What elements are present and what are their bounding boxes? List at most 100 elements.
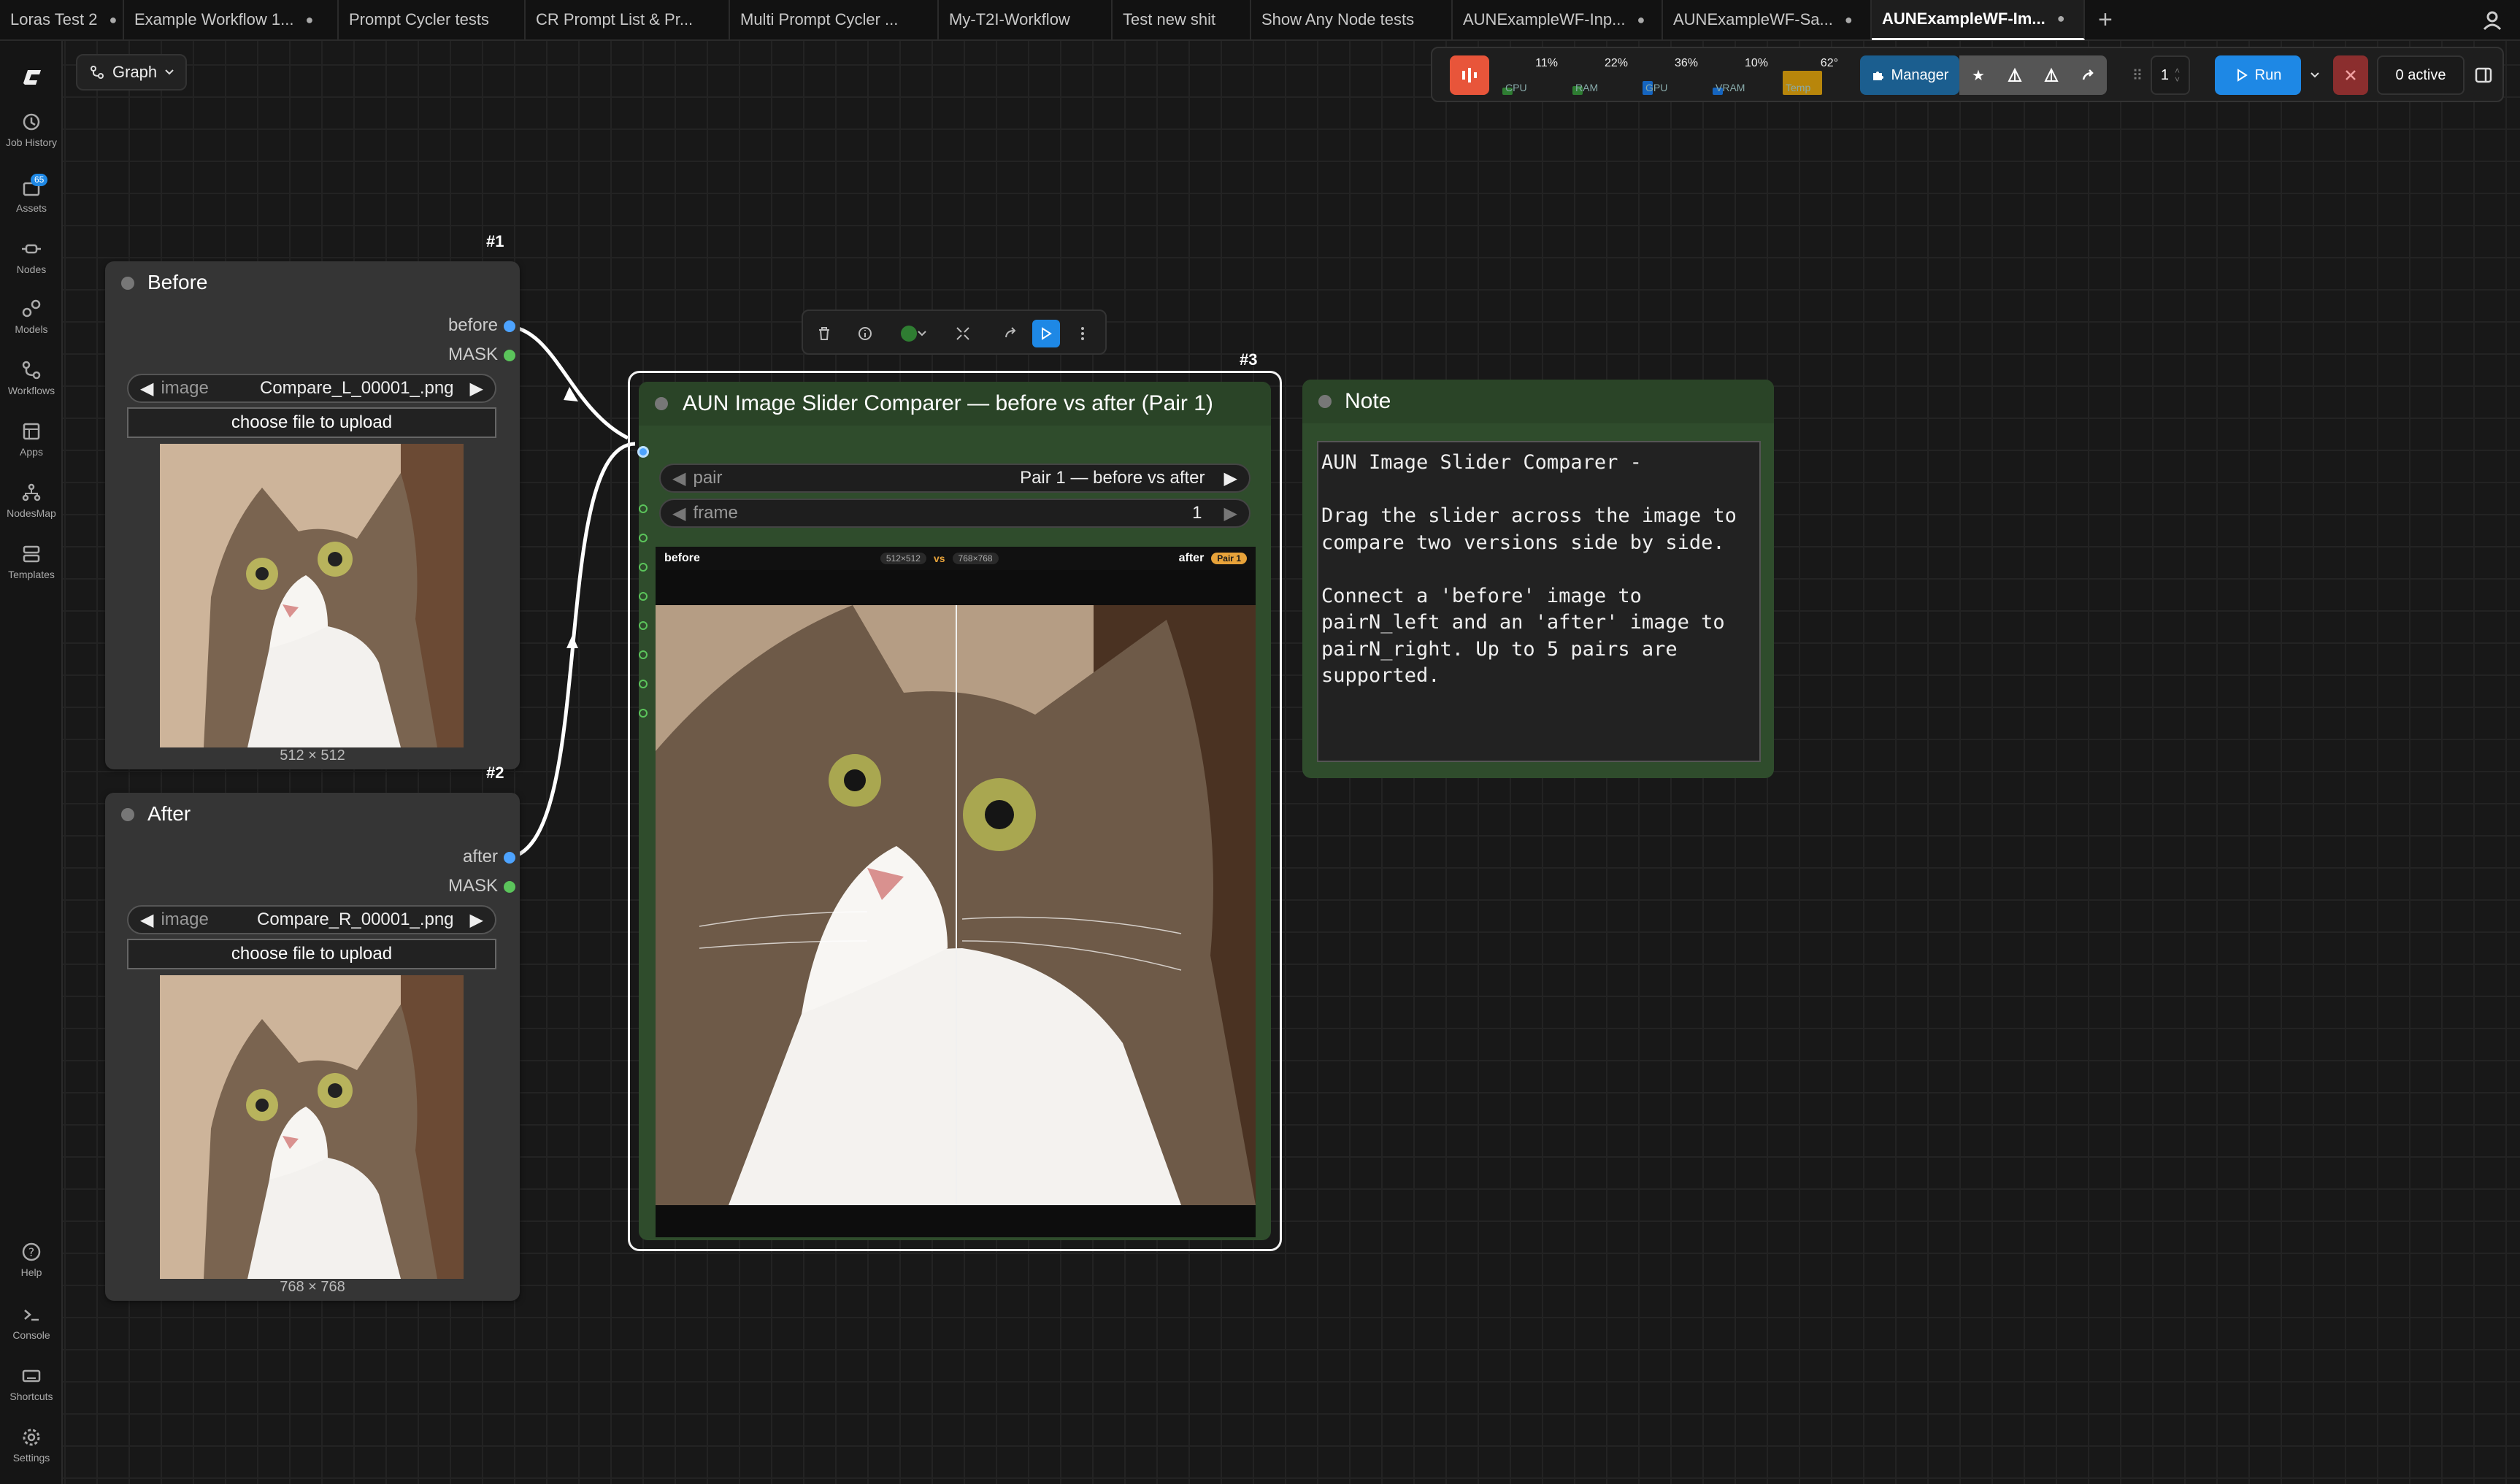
vs-label: vs xyxy=(933,553,945,564)
image-select-widget[interactable]: ◀ image Compare_L_00001_.png ▶ xyxy=(127,374,496,403)
arrow-right-icon[interactable]: ▶ xyxy=(1224,468,1237,489)
viewer-header: before 512×512 vs 768×768 after Pair 1 xyxy=(656,547,1256,570)
widget-value: Pair 1 — before vs after xyxy=(1020,468,1205,488)
node-title[interactable]: After xyxy=(105,793,520,835)
widget-label: frame xyxy=(693,503,738,523)
delete-button[interactable] xyxy=(810,320,838,347)
cat-image xyxy=(160,975,464,1279)
output-mask: MASK xyxy=(448,876,498,896)
trash-icon xyxy=(819,327,829,340)
output-port-image[interactable] xyxy=(504,320,515,332)
execute-node-button[interactable] xyxy=(1032,320,1060,347)
node-title-text: After xyxy=(147,802,191,825)
slider-divider[interactable] xyxy=(956,605,957,1205)
selection-toolbox xyxy=(802,310,1107,355)
output-mask: MASK xyxy=(448,345,498,365)
input-port[interactable] xyxy=(639,650,648,659)
node-title-text: AUN Image Slider Comparer — before vs af… xyxy=(683,391,1213,415)
input-port[interactable] xyxy=(639,621,648,630)
widget-label: image xyxy=(161,910,209,929)
node-title-text: Note xyxy=(1345,389,1391,413)
right-size-pill: 768×768 xyxy=(952,553,999,564)
image-select-widget[interactable]: ◀ image Compare_R_00001_.png ▶ xyxy=(127,905,496,934)
upload-label: choose file to upload xyxy=(231,412,393,432)
info-button[interactable] xyxy=(851,320,879,347)
pair-select-widget[interactable]: ◀ pair Pair 1 — before vs after ▶ xyxy=(659,464,1251,493)
color-swatch-icon xyxy=(901,326,917,342)
collapse-dot-icon[interactable] xyxy=(655,397,668,410)
widget-value: 1 xyxy=(1192,503,1202,523)
info-icon xyxy=(858,327,872,340)
widget-value: Compare_R_00001_.png xyxy=(257,910,454,929)
canvas[interactable]: Loras Test 2 ● Example Workflow 1... ● Pro… xyxy=(0,0,2520,1484)
image-size-label: 768 × 768 xyxy=(280,1279,345,1295)
arrow-left-icon[interactable]: ◀ xyxy=(140,910,153,931)
link-before-to-comparer[interactable] xyxy=(504,324,629,440)
output-after: after xyxy=(463,847,498,867)
fit-button[interactable] xyxy=(949,320,977,347)
widget-label: pair xyxy=(693,468,723,488)
color-picker-button[interactable] xyxy=(894,320,934,347)
node-title-text: Before xyxy=(147,271,208,293)
node-title[interactable]: Before xyxy=(105,261,520,304)
note-node[interactable]: Note AUN Image Slider Comparer - Drag th… xyxy=(1302,380,1774,778)
left-label: before xyxy=(664,552,700,564)
comparison-image[interactable] xyxy=(656,605,1256,1205)
arrow-left-icon[interactable]: ◀ xyxy=(140,378,153,399)
input-port[interactable] xyxy=(639,563,648,572)
output-port-image[interactable] xyxy=(504,852,515,864)
output-label: before xyxy=(447,315,498,335)
node-title[interactable]: Note xyxy=(1302,380,1774,423)
arrow-icon xyxy=(566,635,578,648)
arrow-left-icon[interactable]: ◀ xyxy=(672,468,685,489)
pair-badge: Pair 1 xyxy=(1211,553,1247,564)
output-label: MASK xyxy=(447,876,498,896)
left-size-pill: 512×512 xyxy=(880,553,926,564)
input-port[interactable] xyxy=(639,504,648,513)
redo-icon xyxy=(1005,327,1016,338)
output-port-mask[interactable] xyxy=(504,881,515,893)
widget-label: image xyxy=(161,378,209,398)
collapse-dot-icon[interactable] xyxy=(1318,395,1332,408)
node-id-before: #1 xyxy=(486,232,504,250)
upload-button[interactable]: choose file to upload xyxy=(127,407,496,438)
load-image-before-node[interactable]: Before before MASK ◀ image Compare_L_000… xyxy=(105,261,520,769)
input-port-pair1-left[interactable] xyxy=(637,446,649,458)
node-id-comparer: #3 xyxy=(1240,350,1258,369)
chevron-down-icon xyxy=(918,331,926,337)
image-slider-comparer-node[interactable]: AUN Image Slider Comparer — before vs af… xyxy=(628,371,1282,1251)
upload-button[interactable]: choose file to upload xyxy=(127,939,496,969)
load-image-after-node[interactable]: After after MASK ◀ image Compare_R_00001… xyxy=(105,793,520,1301)
input-port[interactable] xyxy=(639,709,648,718)
node-id-after: #2 xyxy=(486,764,504,782)
bypass-button[interactable] xyxy=(997,320,1025,347)
arrow-left-icon[interactable]: ◀ xyxy=(672,503,685,524)
widget-value: Compare_L_00001_.png xyxy=(259,378,454,398)
comparison-viewer[interactable]: before 512×512 vs 768×768 after Pair 1 xyxy=(656,547,1256,1237)
input-port[interactable] xyxy=(639,680,648,688)
output-port-mask[interactable] xyxy=(504,350,515,361)
output-label: after xyxy=(462,847,498,866)
right-label: after xyxy=(1178,552,1205,564)
image-size-label: 512 × 512 xyxy=(280,747,345,764)
input-port[interactable] xyxy=(639,534,648,542)
after-image-preview xyxy=(160,975,464,1279)
input-port[interactable] xyxy=(639,592,648,601)
output-before: before xyxy=(448,315,498,336)
more-options-button[interactable] xyxy=(1069,320,1096,347)
node-title[interactable]: AUN Image Slider Comparer — before vs af… xyxy=(639,382,1271,426)
frame-number-widget[interactable]: ◀ frame 1 ▶ xyxy=(659,499,1251,528)
play-icon xyxy=(1042,327,1052,340)
output-label: MASK xyxy=(447,345,498,364)
note-textarea[interactable]: AUN Image Slider Comparer - Drag the sli… xyxy=(1317,441,1761,762)
node-body: AUN Image Slider Comparer — before vs af… xyxy=(637,382,1271,1240)
cat-image xyxy=(160,444,464,747)
collapse-dot-icon[interactable] xyxy=(121,277,134,290)
arrow-right-icon[interactable]: ▶ xyxy=(470,378,483,399)
upload-label: choose file to upload xyxy=(231,944,393,964)
before-image-preview xyxy=(160,444,464,747)
arrow-right-icon[interactable]: ▶ xyxy=(1224,503,1237,524)
arrow-right-icon[interactable]: ▶ xyxy=(470,910,483,931)
collapse-dot-icon[interactable] xyxy=(121,808,134,821)
link-after-to-comparer[interactable] xyxy=(504,442,636,860)
